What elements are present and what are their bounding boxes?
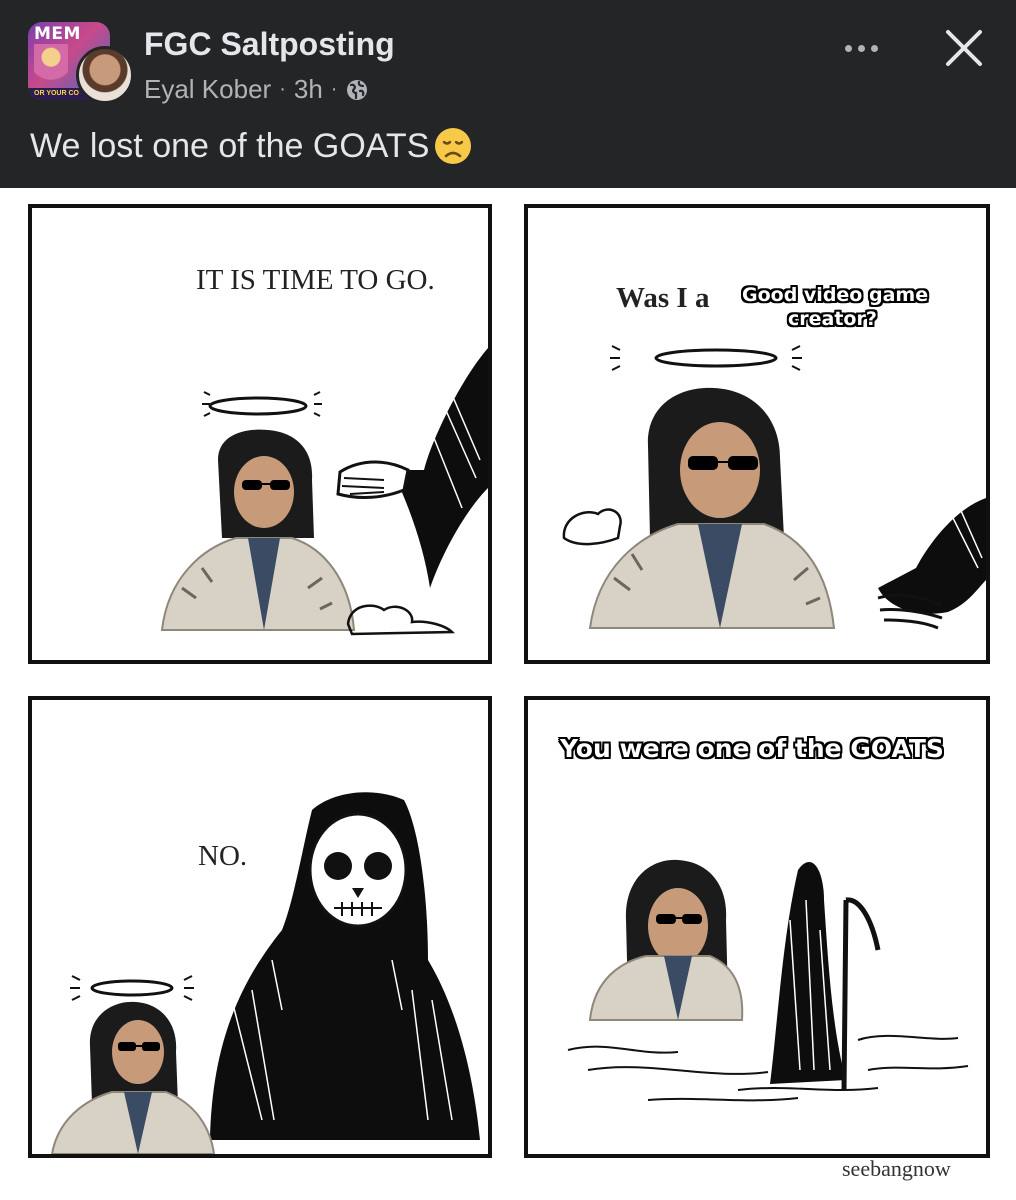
comic-panel-4: You were one of the GOATS: [524, 696, 990, 1158]
post-image[interactable]: IT IS TIME TO GO. Was I a Good video gam…: [0, 188, 1016, 1200]
comic-panel-3: NO.: [28, 696, 492, 1158]
sad-emoji-icon: [435, 128, 472, 164]
meta-separator: ·: [279, 78, 286, 100]
post-caption-text: We lost one of the GOATS: [30, 126, 430, 165]
panel-1-drawing: [160, 348, 488, 636]
more-icon[interactable]: [836, 28, 886, 68]
panel-4-drawing: [567, 859, 969, 1102]
group-name-link[interactable]: FGC Saltposting: [144, 26, 395, 63]
close-icon[interactable]: [940, 24, 988, 72]
post-header: MEM OR YOUR CO FGC Saltposting Eyal Kobe…: [0, 0, 1016, 188]
post-meta: Eyal Kober · 3h ·: [144, 74, 369, 105]
group-avatar-brand: MEM: [34, 24, 81, 44]
post-caption: We lost one of the GOATS: [30, 126, 473, 166]
panel-2-drawing: [562, 345, 986, 630]
author-name-link[interactable]: Eyal Kober: [144, 74, 271, 105]
globe-icon: [347, 79, 368, 100]
comic-panel-1: IT IS TIME TO GO.: [28, 204, 492, 664]
author-avatar[interactable]: [76, 46, 134, 104]
artist-signature: seebangnow: [842, 1156, 951, 1181]
panel-3-drawing: [50, 792, 480, 1154]
group-avatar-figure: [34, 44, 68, 88]
post-timestamp[interactable]: 3h: [294, 74, 323, 105]
comic-panel-2: Was I a Good video game creator?: [524, 204, 990, 664]
meta-separator: ·: [330, 78, 338, 100]
